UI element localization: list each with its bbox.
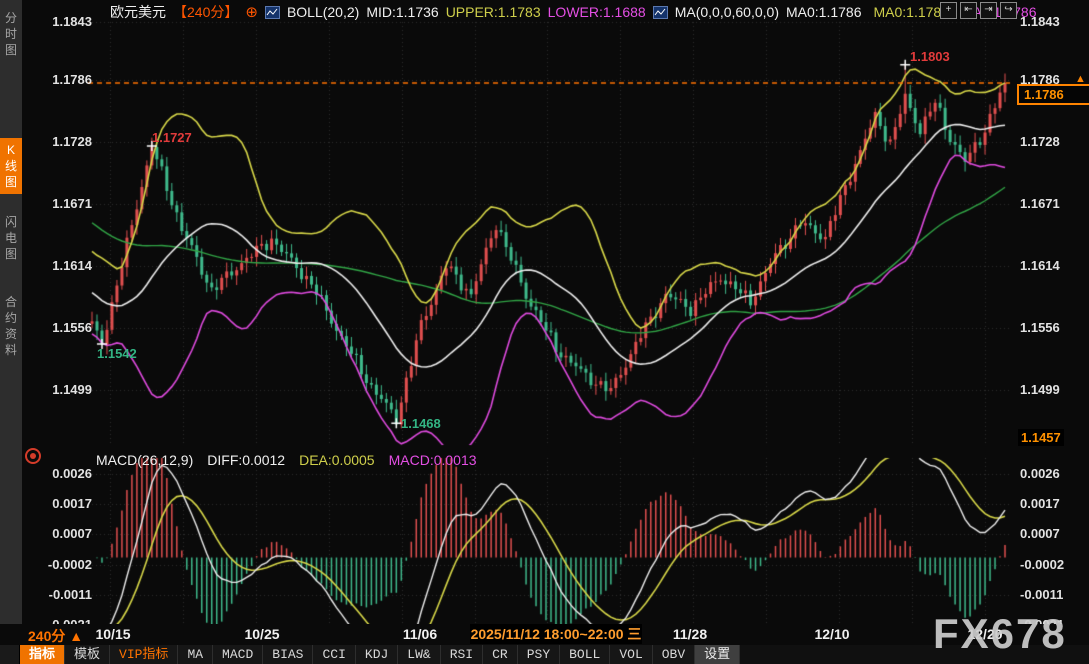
macd-ytick-right-3: -0.0002 [1020,557,1064,572]
xaxis-label-0: 10/15 [95,626,130,642]
boll-label: BOLL(20,2) [287,4,359,20]
current-price-tag: 1.1786 [1017,84,1089,105]
macd-ytick-right-2: 0.0007 [1020,526,1060,541]
compress-right-icon[interactable]: ⇥ [980,2,997,19]
sidebar: 分时图 K线图闪电图合约资料 [0,0,22,664]
sidebar-tab-1[interactable]: K线图 [0,138,22,194]
compress-left-icon[interactable]: ⇤ [960,2,977,19]
macd-diff-value: DIFF:0.0012 [207,452,285,468]
macd-ytick-left-0: 0.0026 [26,466,92,481]
toolbar-item-7[interactable]: KDJ [356,645,398,664]
toolbar-item-2[interactable]: VIP指标 [110,645,178,664]
main-ytick-right-3: 1.1671 [1020,196,1060,211]
symbol-title: 欧元美元 [110,2,166,22]
window-buttons: +⇤⇥↪ [940,2,1017,19]
indicator-toolbar: 指标模板VIP指标MAMACDBIASCCIKDJLW&RSICRPSYBOLL… [0,645,1089,664]
chart-canvas[interactable] [0,0,1089,664]
crosshair-date-tooltip: 2025/11/12 18:00~22:00 三 [470,624,642,644]
macd-dea-value: DEA:0.0005 [299,452,375,468]
macd-macd-value: MACD:0.0013 [389,452,477,468]
boll-lower-value: LOWER:1.1688 [548,4,646,20]
main-ytick-right-6: 1.1499 [1020,382,1060,397]
price-annotation-1.1542: 1.1542 [97,346,137,361]
chart-header: 欧元美元 【240分】 ⊕ BOLL(20,2) MID:1.1736 UPPE… [110,3,1036,21]
sidebar-tab-3[interactable]: 合约资料 [0,290,22,362]
exit-icon[interactable]: ↪ [1000,2,1017,19]
xaxis-label-3: 11/28 [673,626,707,642]
macd-label: MACD(26,12,9) [96,452,193,468]
period-label: 【240分】 [173,2,238,22]
period-low-tag: 1.1457 [1018,429,1064,446]
macd-ytick-right-0: 0.0026 [1020,466,1060,481]
toolbar-item-0[interactable]: 指标 [20,645,65,664]
toolbar-item-8[interactable]: LW& [398,645,440,664]
price-annotation-1.1468: 1.1468 [401,416,441,431]
toolbar-item-12[interactable]: BOLL [560,645,610,664]
toolbar-item-6[interactable]: CCI [313,645,355,664]
main-ytick-right-5: 1.1556 [1020,320,1060,335]
main-ytick-left-1: 1.1786 [26,72,92,87]
macd-settings-icon[interactable] [25,448,41,464]
toolbar-item-10[interactable]: CR [483,645,518,664]
ma-value-0: MA0:1.1786 [786,4,862,20]
macd-header: MACD(26,12,9) DIFF:0.0012 DEA:0.0005 MAC… [96,452,477,468]
xaxis-label-1: 10/25 [244,626,279,642]
price-annotation-1.1803: 1.1803 [910,49,950,64]
toolbar-item-14[interactable]: OBV [653,645,695,664]
main-ytick-left-5: 1.1556 [26,320,92,335]
macd-ytick-left-1: 0.0017 [26,496,92,511]
xaxis-label-2: 11/06 [403,626,437,642]
main-ytick-left-3: 1.1671 [26,196,92,211]
toolbar-spacer [0,645,20,664]
boll-upper-value: UPPER:1.1783 [446,4,541,20]
toolbar-item-4[interactable]: MACD [213,645,263,664]
main-ytick-left-2: 1.1728 [26,134,92,149]
toolbar-item-1[interactable]: 模板 [65,645,110,664]
sidebar-tab-2[interactable]: 闪电图 [0,210,22,266]
toolbar-item-13[interactable]: VOL [610,645,652,664]
macd-ytick-left-3: -0.0002 [26,557,92,572]
ma-chart-icon [653,6,668,19]
boll-mid-value: MID:1.1736 [366,4,438,20]
main-ytick-left-6: 1.1499 [26,382,92,397]
toolbar-item-3[interactable]: MA [178,645,213,664]
ma-value-1: MA0:1.1786 [873,4,949,20]
macd-ytick-right-1: 0.0017 [1020,496,1060,511]
add-indicator-icon[interactable]: ⊕ [245,3,258,21]
xaxis-label-4: 12/10 [814,626,849,642]
period-selector[interactable]: 240分 ▲ [28,626,83,646]
toolbar-item-5[interactable]: BIAS [263,645,313,664]
boll-chart-icon [265,6,280,19]
macd-ytick-left-4: -0.0011 [26,587,92,602]
macd-ytick-left-2: 0.0007 [26,526,92,541]
main-ytick-left-4: 1.1614 [26,258,92,273]
price-annotation-1.1727: 1.1727 [152,130,192,145]
toolbar-item-11[interactable]: PSY [518,645,560,664]
main-ytick-left-0: 1.1843 [26,14,92,29]
macd-ytick-right-4: -0.0011 [1020,587,1063,602]
trading-app-window: 分时图 K线图闪电图合约资料 欧元美元 【240分】 ⊕ BOLL(20,2) M… [0,0,1089,664]
main-ytick-right-2: 1.1728 [1020,134,1060,149]
xaxis-row: 240分 ▲ 10/1510/2511/0611/2812/1012/20 20… [0,624,1089,645]
ma-label: MA(0,0,0,60,0,0) [675,4,779,20]
main-ytick-right-4: 1.1614 [1020,258,1060,273]
watermark: FX678 [933,610,1067,658]
sidebar-tab-0[interactable]: 分时图 [0,6,22,62]
pan-icon[interactable]: + [940,2,957,19]
toolbar-item-15[interactable]: 设置 [695,645,740,664]
toolbar-item-9[interactable]: RSI [441,645,483,664]
